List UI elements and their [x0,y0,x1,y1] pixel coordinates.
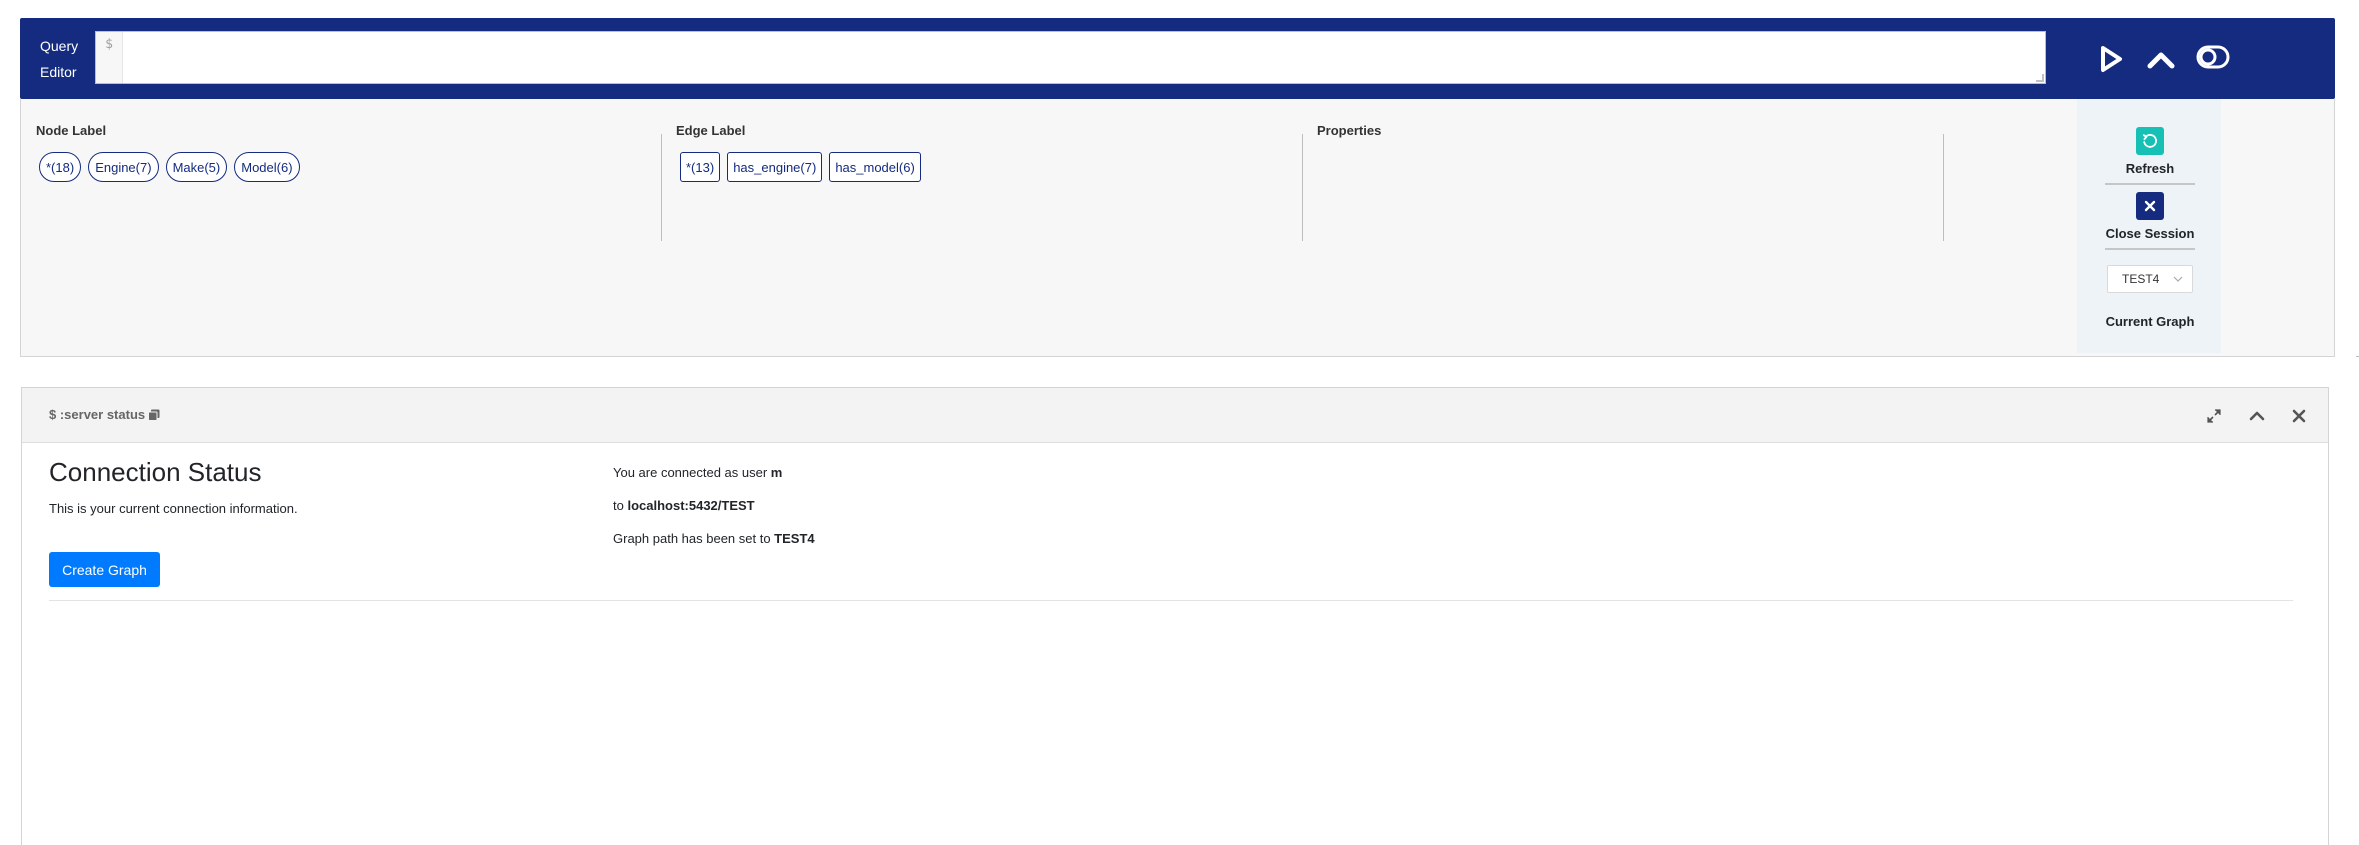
metadata-panel: Node Label *(18) Engine(7) Make(5) Model… [20,99,2335,357]
section-divider [1943,134,1944,241]
refresh-icon [2136,127,2164,155]
app-root: Query Editor $ Node Label *(18) Engine(7… [0,0,2359,845]
node-label-heading: Node Label [36,123,107,138]
node-chip-model[interactable]: Model(6) [234,152,300,182]
session-actions: Refresh Close Session TEST4 Current Grap… [2077,99,2221,353]
edge-chip-has-model[interactable]: has_model(6) [829,152,921,182]
copy-icon[interactable] [147,408,161,422]
chevron-down-icon [2173,276,2183,282]
action-separator [2105,183,2195,185]
collapse-editor-button[interactable] [2144,42,2178,76]
close-icon [2136,192,2164,220]
close-session-button[interactable]: Close Session [2105,192,2195,241]
action-separator [2105,248,2195,250]
close-icon [2292,409,2306,423]
node-chip-engine[interactable]: Engine(7) [88,152,159,182]
editor-prompt: $ [96,32,123,83]
collapse-frame-button[interactable] [2245,404,2269,428]
edge-chip-all[interactable]: *(13) [680,152,721,182]
current-graph-caption: Current Graph [2105,314,2195,329]
toggle-icon [2196,45,2230,69]
node-label-section: Node Label [36,123,106,138]
edge-label-section: Edge Label [676,123,745,138]
frame-divider [49,600,2293,601]
node-chip-make[interactable]: Make(5) [165,152,228,182]
chevron-up-icon [2147,52,2175,69]
refresh-label: Refresh [2125,161,2175,176]
create-graph-button[interactable]: Create Graph [49,552,160,587]
connected-host-prefix: to [613,498,628,513]
connection-status-description: This is your current connection informat… [49,501,298,516]
expand-icon [2207,409,2221,423]
properties-section: Properties [1317,123,1381,138]
section-divider [1302,134,1303,241]
server-status-frame: $ :server status Connection Status This … [21,387,2329,845]
current-graph-label: Current Graph [2105,314,2195,329]
toggle-view-button[interactable] [2196,40,2230,74]
graph-path-prefix: Graph path has been set to [613,531,775,546]
frame-header: $ :server status [22,388,2328,443]
node-chip-all[interactable]: *(18) [39,152,82,182]
editor-resize-handle[interactable] [2036,74,2044,82]
section-divider [661,134,662,241]
edge-label-chips: *(13) has_engine(7) has_model(6) [680,152,921,182]
run-query-button[interactable] [2094,42,2128,76]
connected-user-line: You are connected as user m [613,465,782,480]
current-graph-value: TEST4 [2122,272,2160,286]
connection-status-title: Connection Status [49,457,262,487]
edge-chip-has-engine[interactable]: has_engine(7) [727,152,823,182]
connected-host: localhost:5432/TEST [627,498,755,513]
connected-user-prefix: You are connected as user [613,465,771,480]
current-graph-select[interactable]: TEST4 [2107,265,2193,293]
properties-heading: Properties [1317,123,1382,138]
refresh-button[interactable]: Refresh [2105,127,2195,176]
query-editor-bar: Query Editor $ [20,18,2335,99]
chevron-up-icon [2249,411,2265,421]
connected-user: m [770,465,783,480]
frame-command: $ :server status [49,407,161,422]
node-label-chips: *(18) Engine(7) Make(5) Model(6) [39,152,300,182]
frame-command-text: $ :server status [49,407,146,422]
close-session-label: Close Session [2105,226,2195,241]
query-editor-input[interactable]: $ [95,31,2046,84]
edge-label-heading: Edge Label [676,123,746,138]
expand-frame-button[interactable] [2202,404,2226,428]
connected-host-line: to localhost:5432/TEST [613,498,755,513]
close-frame-button[interactable] [2287,404,2311,428]
play-icon [2101,46,2122,72]
graph-path: TEST4 [774,531,815,546]
graph-path-line: Graph path has been set to TEST4 [613,531,815,546]
